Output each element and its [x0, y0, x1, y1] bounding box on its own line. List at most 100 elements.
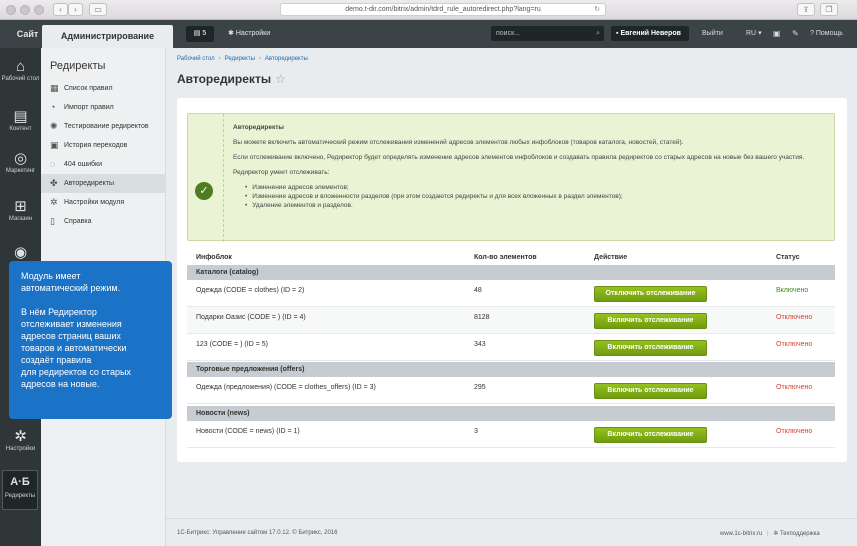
tooltip-text: В нём Редиректор отслеживает изменения а…: [21, 307, 131, 389]
breadcrumb-item[interactable]: Авторедиректы: [265, 56, 308, 62]
menu-item-rules-list[interactable]: ▦ Список правил: [41, 79, 166, 98]
check-icon: ✓: [195, 182, 213, 200]
divider: [223, 114, 224, 242]
cell-iblock: Одежда (предложения) (CODE = clothes_off…: [196, 384, 376, 391]
menu-title: Редиректы: [50, 60, 106, 72]
user-name: Евгений Неверов: [620, 30, 681, 37]
tab-admin[interactable]: Администрирование: [42, 25, 173, 48]
search-input[interactable]: поиск... ⌕: [491, 26, 604, 41]
notifications-count: 5: [202, 30, 207, 37]
nav-desktop[interactable]: ⌂ Рабочий стол: [0, 58, 41, 82]
menu-item-label: Тестирование редиректов: [64, 123, 149, 130]
share-icon[interactable]: ⇪: [797, 3, 815, 16]
note-bullet: Изменение адресов элементов;: [245, 183, 823, 192]
marketing-icon: ◎: [13, 150, 28, 167]
history-icon: ▣: [50, 140, 59, 150]
enable-tracking-button[interactable]: Включить отслеживание: [594, 340, 707, 356]
window-icon[interactable]: ▣: [773, 20, 781, 48]
cell-iblock: Подарки Оазис (CODE = ) (ID = 4): [196, 314, 306, 321]
breadcrumb-item[interactable]: Рабочий стол: [177, 56, 215, 62]
nav-services[interactable]: ◉: [0, 244, 41, 262]
redirects-icon: А·Б: [10, 476, 30, 488]
footer-support-link[interactable]: Техподдержка: [780, 531, 820, 537]
menu-item-label: Импорт правил: [64, 104, 114, 111]
gear-icon: ✱: [228, 30, 234, 37]
menu-item-label: 404 ошибки: [64, 161, 103, 168]
sidebar-toggle-icon[interactable]: ▭: [89, 3, 107, 16]
chevron-down-icon: ▾: [758, 30, 762, 37]
note-bullets: Изменение адресов элементов; Изменение а…: [245, 183, 823, 210]
nav-content[interactable]: ▤ Контент: [0, 108, 41, 132]
reload-icon[interactable]: ↻: [594, 4, 600, 15]
tooltip-text: Модуль имеет автоматический режим.: [21, 271, 121, 293]
menu-item-label: Настройки модуля: [64, 199, 125, 206]
address-bar[interactable]: demo.t-dir.com/bitrix/admin/tdrd_rule_au…: [280, 3, 606, 16]
menu-item-label: Справка: [64, 218, 92, 225]
star-icon[interactable]: ☆: [275, 72, 286, 86]
menu-item-help[interactable]: ▯ Справка: [41, 212, 166, 231]
notifications-icon: ▤: [193, 30, 201, 37]
close-window-icon[interactable]: [6, 5, 16, 15]
footer-separator: |: [767, 531, 769, 537]
table-row: Новости (CODE = news) (ID = 1) 3 Включит…: [187, 421, 835, 448]
nav-shop[interactable]: ⊞ Магазин: [0, 198, 41, 222]
nav-settings-label: Настройки: [5, 446, 36, 452]
hint-tooltip: Модуль имеет автоматический режим. В нём…: [9, 261, 172, 419]
settings-icon: ✲: [14, 428, 27, 445]
tabs-icon[interactable]: ❐: [820, 3, 838, 16]
pin-icon[interactable]: ✎: [792, 20, 799, 48]
notifications-button[interactable]: ▤ 5: [186, 26, 214, 42]
language-select[interactable]: RU ▾: [746, 20, 762, 48]
footer-copyright: 1С-Битрикс: Управление сайтом 17.0.12. ©…: [177, 530, 338, 536]
cell-iblock: 123 (CODE = ) (ID = 5): [196, 341, 268, 348]
menu-item-history[interactable]: ▣ История переходов: [41, 136, 166, 155]
table-group-header: Каталоги (catalog): [187, 265, 835, 280]
note-title: Авторедиректы: [233, 124, 284, 131]
page-title: Авторедиректы ☆: [177, 72, 286, 86]
enable-tracking-button[interactable]: Включить отслеживание: [594, 313, 707, 329]
cell-iblock: Одежда (CODE = clothes) (ID = 2): [196, 287, 305, 294]
table-row: Одежда (CODE = clothes) (ID = 2) 48 Откл…: [187, 280, 835, 307]
nav-desktop-label: Рабочий стол: [1, 76, 40, 82]
breadcrumb: Рабочий стол › Редиректы › Авторедиректы: [177, 56, 308, 62]
status-badge: Отключено: [776, 341, 813, 348]
footer-site-link[interactable]: www.1c-bitrix.ru: [720, 531, 762, 537]
status-badge: Отключено: [776, 314, 813, 321]
table-group-header: Новости (news): [187, 406, 835, 421]
column-header-status: Статус: [776, 254, 800, 261]
forward-icon[interactable]: ›: [68, 3, 83, 16]
enable-tracking-button[interactable]: Включить отслеживание: [594, 427, 707, 443]
menu-item-import[interactable]: ◔ Импорт правил: [41, 98, 166, 117]
help-icon: ?: [810, 30, 814, 37]
logout-link[interactable]: Выйти: [702, 20, 723, 48]
cell-count: 8128: [474, 314, 490, 321]
cell-count: 3: [474, 428, 478, 435]
breadcrumb-item[interactable]: Редиректы: [225, 56, 255, 62]
menu-item-404[interactable]: ◌ 404 ошибки: [41, 155, 166, 174]
user-button[interactable]: ▪ Евгений Неверов: [611, 26, 689, 41]
bulb-icon: ✺: [50, 121, 58, 131]
column-header-action: Действие: [594, 254, 628, 261]
services-icon: ◉: [13, 244, 28, 261]
home-icon: ⌂: [15, 58, 26, 75]
settings-link[interactable]: ✱ Настройки: [228, 20, 270, 48]
disable-tracking-button[interactable]: Отключить отслеживание: [594, 286, 707, 302]
page-title-text: Авторедиректы: [177, 72, 272, 86]
menu-item-autoredirects[interactable]: ✤ Авторедиректы: [41, 174, 166, 193]
enable-tracking-button[interactable]: Включить отслеживание: [594, 383, 707, 399]
info-note: ✓ Авторедиректы Вы можете включить автом…: [187, 113, 835, 242]
cell-count: 295: [474, 384, 486, 391]
minimize-window-icon[interactable]: [20, 5, 30, 15]
url-text: demo.t-dir.com/bitrix/admin/tdrd_rule_au…: [345, 6, 541, 13]
nav-settings[interactable]: ✲ Настройки: [0, 428, 41, 452]
status-badge: Отключено: [776, 384, 813, 391]
zoom-window-icon[interactable]: [34, 5, 44, 15]
back-icon[interactable]: ‹: [53, 3, 68, 16]
menu-item-module-settings[interactable]: ✲ Настройки модуля: [41, 193, 166, 212]
menu-item-testing[interactable]: ✺ Тестирование редиректов: [41, 117, 166, 136]
nav-redirects[interactable]: А·Б Редиректы: [2, 470, 38, 510]
breadcrumb-separator-icon: ›: [218, 56, 221, 62]
nav-marketing[interactable]: ◎ Маркетинг: [0, 150, 41, 174]
help-link[interactable]: ? Помощь: [810, 20, 843, 48]
footer-divider: [166, 518, 857, 519]
